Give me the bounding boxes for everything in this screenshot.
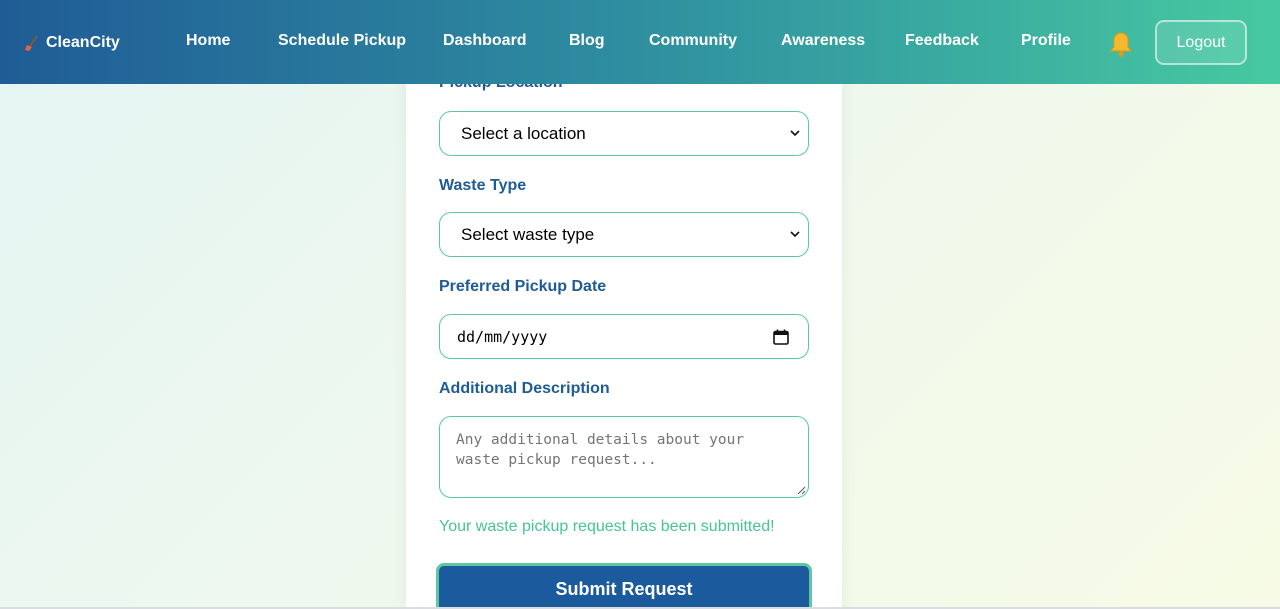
nav-blog[interactable]: Blog [569, 32, 605, 50]
waste-type-select[interactable]: Select waste type [439, 212, 809, 257]
nav-home[interactable]: Home [186, 32, 230, 50]
submit-request-button[interactable]: Submit Request [436, 563, 812, 609]
description-placeholder: Any additional details about your waste … [456, 432, 745, 468]
broom-icon [25, 35, 38, 51]
pickup-date-label: Preferred Pickup Date [439, 278, 607, 295]
logout-button[interactable]: Logout [1155, 20, 1247, 65]
success-message: Your waste pickup request has been submi… [439, 518, 775, 535]
nav-awareness[interactable]: Awareness [781, 32, 865, 50]
waste-type-value: Select waste type [461, 225, 595, 244]
brand-name: CleanCity [46, 34, 120, 51]
calendar-icon[interactable] [772, 328, 790, 346]
pickup-location-value: Select a location [461, 124, 586, 143]
resize-handle-icon[interactable] [796, 485, 806, 495]
nav-schedule-pickup[interactable]: Schedule Pickup [278, 32, 406, 50]
pickup-location-select[interactable]: Select a location [439, 111, 809, 156]
description-label: Additional Description [439, 380, 610, 397]
pickup-date-value: dd/mm/yyyy [457, 328, 548, 346]
description-textarea[interactable]: Any additional details about your waste … [439, 416, 809, 498]
waste-type-label: Waste Type [439, 177, 527, 194]
nav-profile[interactable]: Profile [1021, 32, 1071, 50]
pickup-date-input[interactable]: dd/mm/yyyy [439, 314, 809, 359]
nav-feedback[interactable]: Feedback [905, 32, 979, 50]
navbar: CleanCity Home Schedule Pickup Dashboard… [0, 0, 1280, 84]
nav-community[interactable]: Community [649, 32, 737, 50]
chevron-down-icon [790, 130, 800, 137]
nav-dashboard[interactable]: Dashboard [443, 32, 527, 50]
brand-logo[interactable]: CleanCity [24, 31, 120, 55]
chevron-down-icon [790, 231, 800, 238]
bell-icon[interactable] [1107, 30, 1135, 58]
